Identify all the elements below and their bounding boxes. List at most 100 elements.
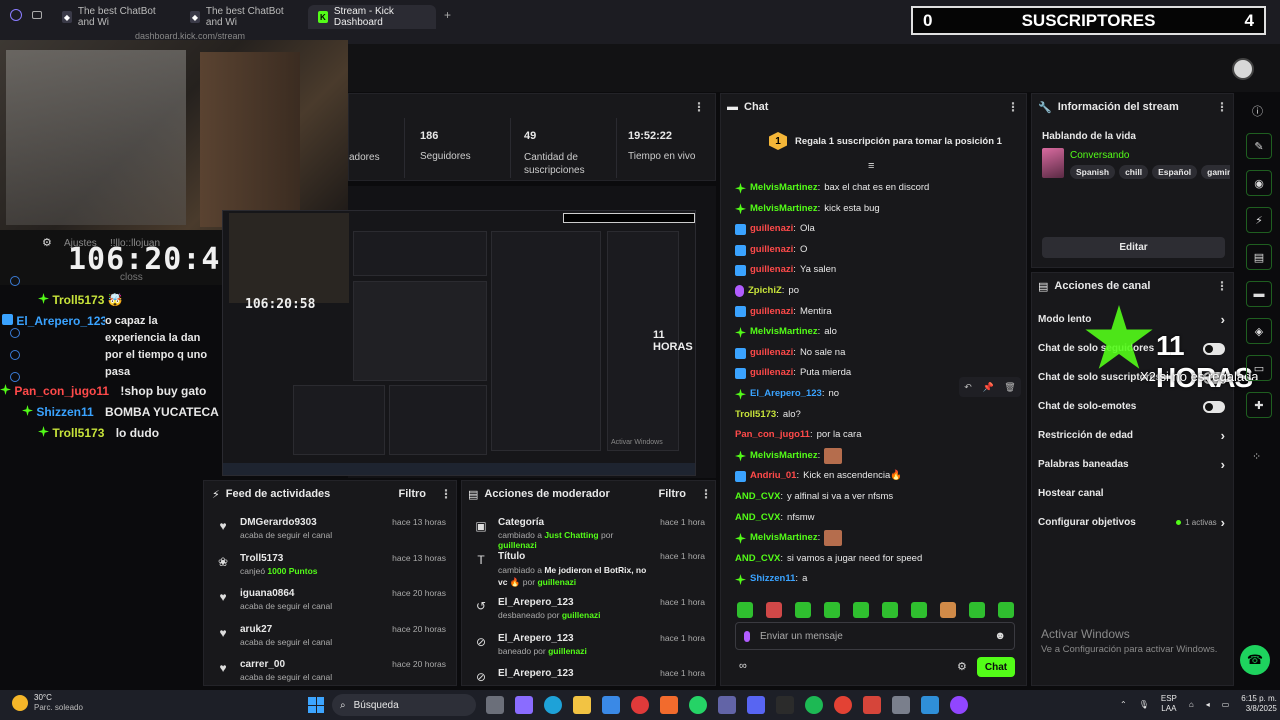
edge-icon[interactable]: [544, 696, 562, 714]
emote-icon[interactable]: [940, 602, 956, 618]
task-view-icon[interactable]: [486, 696, 504, 714]
camera-icon[interactable]: ◉: [1246, 170, 1272, 196]
chat-username[interactable]: guillenazi: [750, 363, 793, 384]
copilot-icon[interactable]: [515, 696, 533, 714]
chat-username[interactable]: MelvisMartinez: [750, 528, 818, 549]
chat-username[interactable]: AND_CVX: [735, 508, 780, 529]
browser-tab-3[interactable]: K Stream - Kick Dashboard: [308, 5, 436, 29]
avatar[interactable]: [1232, 58, 1254, 80]
mic-tray-icon[interactable]: 🎙: [1139, 700, 1149, 709]
chat-message[interactable]: MelvisMartinez:: [735, 528, 1023, 549]
twitch-icon[interactable]: [950, 696, 968, 714]
chat-username[interactable]: MelvisMartinez: [750, 446, 818, 467]
chat-username[interactable]: AND_CVX: [735, 549, 780, 570]
toggle[interactable]: [1203, 400, 1225, 413]
chat-pinned[interactable]: 1 Regala 1 suscripción para tomar la pos…: [721, 124, 1026, 158]
chat-username[interactable]: AND_CVX: [735, 487, 780, 508]
feed-menu-icon[interactable]: ⋮: [440, 487, 452, 501]
emote-icon[interactable]: [795, 602, 811, 618]
info-menu-icon[interactable]: ⋮: [1216, 100, 1228, 114]
taskbar-search[interactable]: ⌕ Búsqueda: [332, 694, 476, 716]
emote-icon[interactable]: [969, 602, 985, 618]
emote-icon[interactable]: [766, 602, 782, 618]
new-tab-icon[interactable]: +: [444, 8, 451, 22]
nav-icon[interactable]: [10, 328, 20, 338]
pin-icon[interactable]: 📌: [982, 382, 993, 393]
chat-message[interactable]: MelvisMartinez: alo: [735, 322, 1023, 343]
edit-pencil-icon[interactable]: ✎: [1246, 133, 1272, 159]
chat-username[interactable]: El_Arepero_123: [750, 384, 822, 405]
settings-icon[interactable]: [892, 696, 910, 714]
chat-username[interactable]: guillenazi: [750, 302, 793, 323]
brave-icon[interactable]: [660, 696, 678, 714]
feed-item-name[interactable]: aruk27: [240, 624, 382, 635]
chat-message[interactable]: guillenazi: Mentira: [735, 302, 1023, 323]
emoji-icon[interactable]: ☻: [994, 630, 1006, 642]
info-icon[interactable]: ⓘ: [1252, 103, 1263, 119]
chat-message[interactable]: Troll5173: alo?: [735, 405, 1023, 426]
chat-message[interactable]: AND_CVX: si vamos a jugar need for speed: [735, 549, 1023, 570]
chat-username[interactable]: Troll5173: [735, 405, 776, 426]
chat-icon[interactable]: ▬: [1246, 281, 1272, 307]
battery-icon[interactable]: ▭: [1222, 700, 1230, 709]
category-name[interactable]: Conversando: [1070, 150, 1129, 161]
age-restriction-row[interactable]: Restricción de edad ›: [1032, 421, 1233, 450]
chat-message[interactable]: guillenazi: Ola: [735, 219, 1023, 240]
monitor-icon[interactable]: ▭: [1246, 355, 1272, 381]
nav-icon[interactable]: [10, 276, 20, 286]
emote-icon[interactable]: [882, 602, 898, 618]
nav-icon[interactable]: [10, 372, 20, 382]
tag[interactable]: Español: [1152, 165, 1198, 179]
discord-icon[interactable]: [747, 696, 765, 714]
emote-icon[interactable]: [911, 602, 927, 618]
mod-menu-icon[interactable]: ⋮: [700, 487, 712, 501]
chat-message[interactable]: MelvisMartinez: bax el chat es en discord: [735, 178, 1023, 199]
chat-username[interactable]: Shizzen11: [750, 569, 795, 590]
settings-gear-icon[interactable]: ⚙: [42, 236, 52, 249]
support-icon[interactable]: ☎: [1240, 645, 1270, 675]
chat-username[interactable]: ZpichiZ: [748, 281, 782, 302]
chat-send-button[interactable]: Chat: [977, 657, 1015, 677]
chat-message[interactable]: Pan_con_jugo11: por la cara: [735, 425, 1023, 446]
teams-icon[interactable]: [718, 696, 736, 714]
emote-icon[interactable]: [853, 602, 869, 618]
whatsapp-icon[interactable]: [689, 696, 707, 714]
store-icon[interactable]: [602, 696, 620, 714]
points-icon[interactable]: ∞: [739, 660, 747, 672]
chrome-icon[interactable]: [834, 696, 852, 714]
chat-message[interactable]: Andriu_01: Kick en ascendencia🔥: [735, 466, 1023, 487]
tools-icon[interactable]: ✚: [1246, 392, 1272, 418]
emote-icon[interactable]: [998, 602, 1014, 618]
chat-message[interactable]: MelvisMartinez: kick esta bug: [735, 199, 1023, 220]
chat-username[interactable]: MelvisMartinez: [750, 178, 818, 199]
terminal-icon[interactable]: [776, 696, 794, 714]
chat-message[interactable]: AND_CVX: nfsmw: [735, 508, 1023, 529]
browser-tab-1[interactable]: ◆ The best ChatBot and Wi: [52, 5, 180, 29]
mod-filter-button[interactable]: Filtro: [659, 488, 687, 500]
explorer-icon[interactable]: [573, 696, 591, 714]
chat-username[interactable]: guillenazi: [750, 240, 793, 261]
mod-item-name[interactable]: El_Arepero_123: [498, 633, 650, 644]
more-icon[interactable]: ⁘: [1252, 450, 1261, 463]
chat-username[interactable]: MelvisMartinez: [750, 322, 818, 343]
network-icon[interactable]: ⌂: [1189, 700, 1194, 709]
emote-icon[interactable]: [824, 602, 840, 618]
edit-button[interactable]: Editar: [1042, 237, 1225, 258]
chat-message[interactable]: ZpichiZ: po: [735, 281, 1023, 302]
weather-widget[interactable]: 30°C Parc. soleado: [12, 693, 83, 713]
chat-username[interactable]: guillenazi: [750, 343, 793, 364]
mod-item-name[interactable]: El_Arepero_123: [498, 597, 650, 608]
chat-message[interactable]: MelvisMartinez:: [735, 446, 1023, 467]
chat-username[interactable]: Pan_con_jugo11: [735, 425, 810, 446]
nav-icon[interactable]: [10, 350, 20, 360]
feed-item-name[interactable]: carrer_00: [240, 659, 382, 670]
workspaces-icon[interactable]: [32, 11, 42, 19]
feed-filter-button[interactable]: Filtro: [399, 488, 427, 500]
undo-icon[interactable]: ↶: [964, 382, 972, 393]
photos-icon[interactable]: [921, 696, 939, 714]
tag[interactable]: gaming: [1201, 165, 1230, 179]
feed-item-name[interactable]: iguana0864: [240, 588, 382, 599]
chat-message[interactable]: Shizzen11: a: [735, 569, 1023, 590]
browser-menu-icon[interactable]: [10, 9, 22, 21]
mod-item-name[interactable]: El_Arepero_123: [498, 668, 650, 679]
